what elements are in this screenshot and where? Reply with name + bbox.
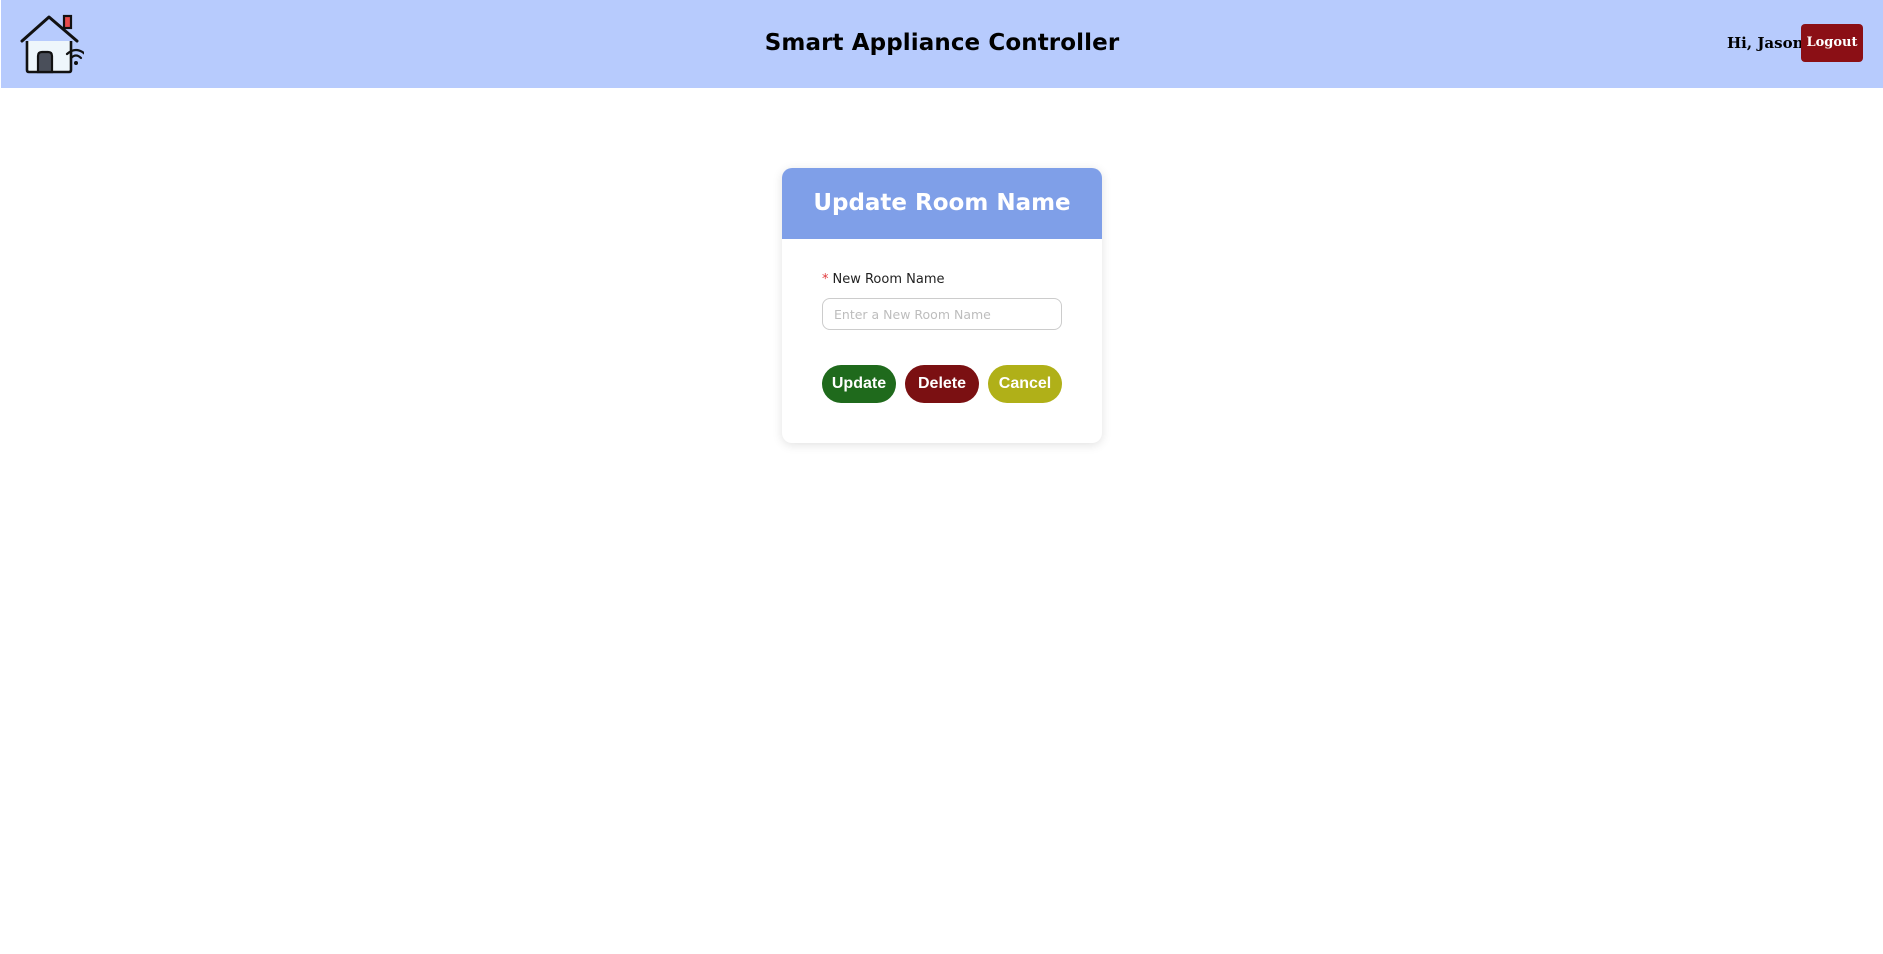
app-title: Smart Appliance Controller bbox=[764, 30, 1120, 56]
logout-button[interactable]: Logout bbox=[1801, 24, 1863, 62]
page: Smart Appliance Controller Hi, Jason Log… bbox=[0, 0, 1883, 954]
update-room-card: Update Room Name *New Room Name Update D… bbox=[782, 168, 1102, 443]
room-name-input[interactable] bbox=[822, 298, 1062, 330]
update-button[interactable]: Update bbox=[822, 365, 896, 403]
delete-button[interactable]: Delete bbox=[905, 365, 979, 403]
cancel-button[interactable]: Cancel bbox=[988, 365, 1062, 403]
room-name-label-text: New Room Name bbox=[832, 272, 945, 287]
required-mark: * bbox=[822, 272, 829, 287]
top-header: Smart Appliance Controller Hi, Jason Log… bbox=[1, 0, 1883, 88]
user-greeting: Hi, Jason bbox=[1727, 34, 1804, 52]
room-name-label: * New Room Name bbox=[822, 272, 945, 287]
card-title: Update Room Name bbox=[813, 190, 1071, 216]
card-header: Update Room Name bbox=[782, 168, 1102, 239]
